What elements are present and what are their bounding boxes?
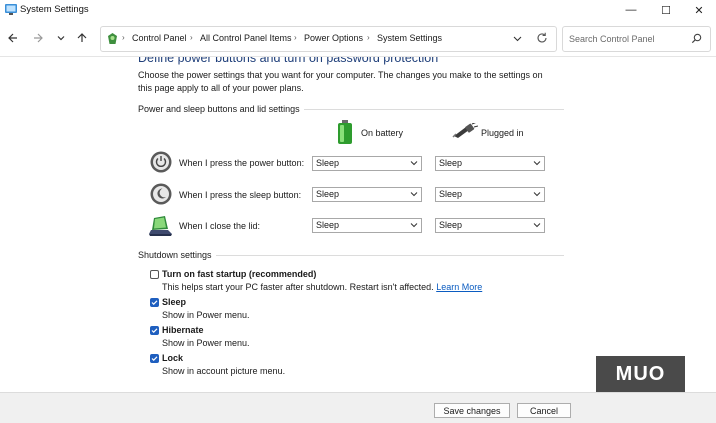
breadcrumb-separator-icon: › (367, 33, 370, 42)
breadcrumb-system-settings[interactable]: System Settings (377, 33, 442, 43)
power-plug-icon (452, 123, 478, 138)
watermark-logo: MUO (596, 356, 685, 392)
save-changes-button[interactable]: Save changes (434, 403, 510, 418)
fast-startup-checkbox[interactable] (150, 270, 159, 279)
page-intro-text: Choose the power settings that you want … (138, 70, 543, 93)
address-bar[interactable]: › Control Panel › All Control Panel Item… (100, 26, 557, 52)
footer-bar: Save changes Cancel (0, 392, 716, 423)
sleep-button-row-label: When I press the sleep button: (179, 190, 302, 200)
sleep-option-label[interactable]: Sleep (162, 297, 186, 307)
breadcrumb-all-items[interactable]: All Control Panel Items (200, 33, 292, 43)
chevron-down-icon (533, 161, 541, 166)
chevron-down-icon (410, 161, 418, 166)
select-value: Sleep (316, 158, 340, 168)
back-button[interactable] (4, 29, 22, 47)
address-history-button[interactable] (511, 32, 524, 45)
hibernate-option-label[interactable]: Hibernate (162, 325, 204, 335)
select-value: Sleep (439, 189, 463, 199)
search-icon[interactable] (691, 33, 702, 44)
chevron-down-icon (57, 36, 65, 41)
lock-option-description: Show in account picture menu. (162, 366, 286, 376)
lid-row-label: When I close the lid: (179, 221, 261, 231)
main-content: Define power buttons and turn on passwor… (0, 57, 716, 392)
maximize-button[interactable]: ☐ (649, 0, 683, 20)
select-value: Sleep (316, 189, 340, 199)
forward-button[interactable] (29, 29, 47, 47)
up-button[interactable] (73, 29, 91, 47)
arrow-up-icon (77, 33, 87, 42)
arrow-right-icon (34, 33, 43, 43)
sleep-button-battery-select[interactable]: Sleep (312, 187, 422, 202)
fast-startup-label[interactable]: Turn on fast startup (recommended) (162, 269, 316, 279)
cancel-button[interactable]: Cancel (517, 403, 571, 418)
fast-startup-description: This helps start your PC faster after sh… (162, 282, 482, 292)
chevron-down-icon (533, 223, 541, 228)
close-icon: ✕ (694, 4, 704, 17)
hibernate-checkbox[interactable] (150, 326, 159, 335)
minimize-icon: — (625, 4, 637, 16)
checkmark-icon (151, 328, 158, 334)
search-box[interactable] (562, 26, 711, 52)
search-input[interactable] (569, 32, 684, 45)
checkmark-icon (151, 356, 158, 362)
recent-locations-button[interactable] (52, 29, 70, 47)
power-button-row-label: When I press the power button: (179, 158, 305, 168)
power-group-label: Power and sleep buttons and lid settings (138, 104, 304, 114)
refresh-icon (537, 32, 547, 43)
column-plugged-in: Plugged in (481, 128, 524, 138)
column-on-battery: On battery (361, 128, 404, 138)
checkmark-icon (151, 300, 158, 306)
page-title: Define power buttons and turn on passwor… (138, 57, 439, 65)
lid-plugged-select[interactable]: Sleep (435, 218, 545, 233)
control-panel-location-icon (108, 33, 117, 44)
chevron-down-icon (410, 192, 418, 197)
sleep-button-plugged-select[interactable]: Sleep (435, 187, 545, 202)
lid-battery-select[interactable]: Sleep (312, 218, 422, 233)
navigation-bar: › Control Panel › All Control Panel Item… (0, 20, 716, 57)
battery-icon (338, 120, 352, 144)
laptop-lid-icon (149, 216, 172, 236)
power-button-icon (150, 151, 172, 173)
title-bar: System Settings — ☐ ✕ (0, 0, 716, 20)
chevron-down-icon (513, 36, 522, 42)
breadcrumb-separator-icon: › (122, 33, 125, 42)
sleep-option-description: Show in Power menu. (162, 310, 250, 320)
breadcrumb-separator-icon: › (294, 33, 297, 42)
sleep-button-icon (150, 183, 172, 205)
power-button-plugged-select[interactable]: Sleep (435, 156, 545, 171)
arrow-left-icon (8, 33, 17, 43)
learn-more-link[interactable]: Learn More (436, 282, 482, 292)
lock-checkbox[interactable] (150, 354, 159, 363)
close-button[interactable]: ✕ (682, 0, 716, 20)
select-value: Sleep (439, 220, 463, 230)
breadcrumb-power-options[interactable]: Power Options (304, 33, 363, 43)
refresh-button[interactable] (535, 31, 549, 45)
select-value: Sleep (439, 158, 463, 168)
sleep-checkbox[interactable] (150, 298, 159, 307)
fast-startup-desc-text: This helps start your PC faster after sh… (162, 282, 434, 292)
maximize-icon: ☐ (661, 4, 671, 17)
power-button-battery-select[interactable]: Sleep (312, 156, 422, 171)
breadcrumb-control-panel[interactable]: Control Panel (132, 33, 187, 43)
hibernate-option-description: Show in Power menu. (162, 338, 250, 348)
window-title: System Settings (20, 4, 89, 15)
chevron-down-icon (533, 192, 541, 197)
control-panel-app-icon (5, 4, 17, 15)
lock-option-label[interactable]: Lock (162, 353, 183, 363)
chevron-down-icon (410, 223, 418, 228)
breadcrumb-separator-icon: › (190, 33, 193, 42)
minimize-button[interactable]: — (614, 0, 648, 20)
shutdown-group-label: Shutdown settings (138, 250, 216, 260)
select-value: Sleep (316, 220, 340, 230)
